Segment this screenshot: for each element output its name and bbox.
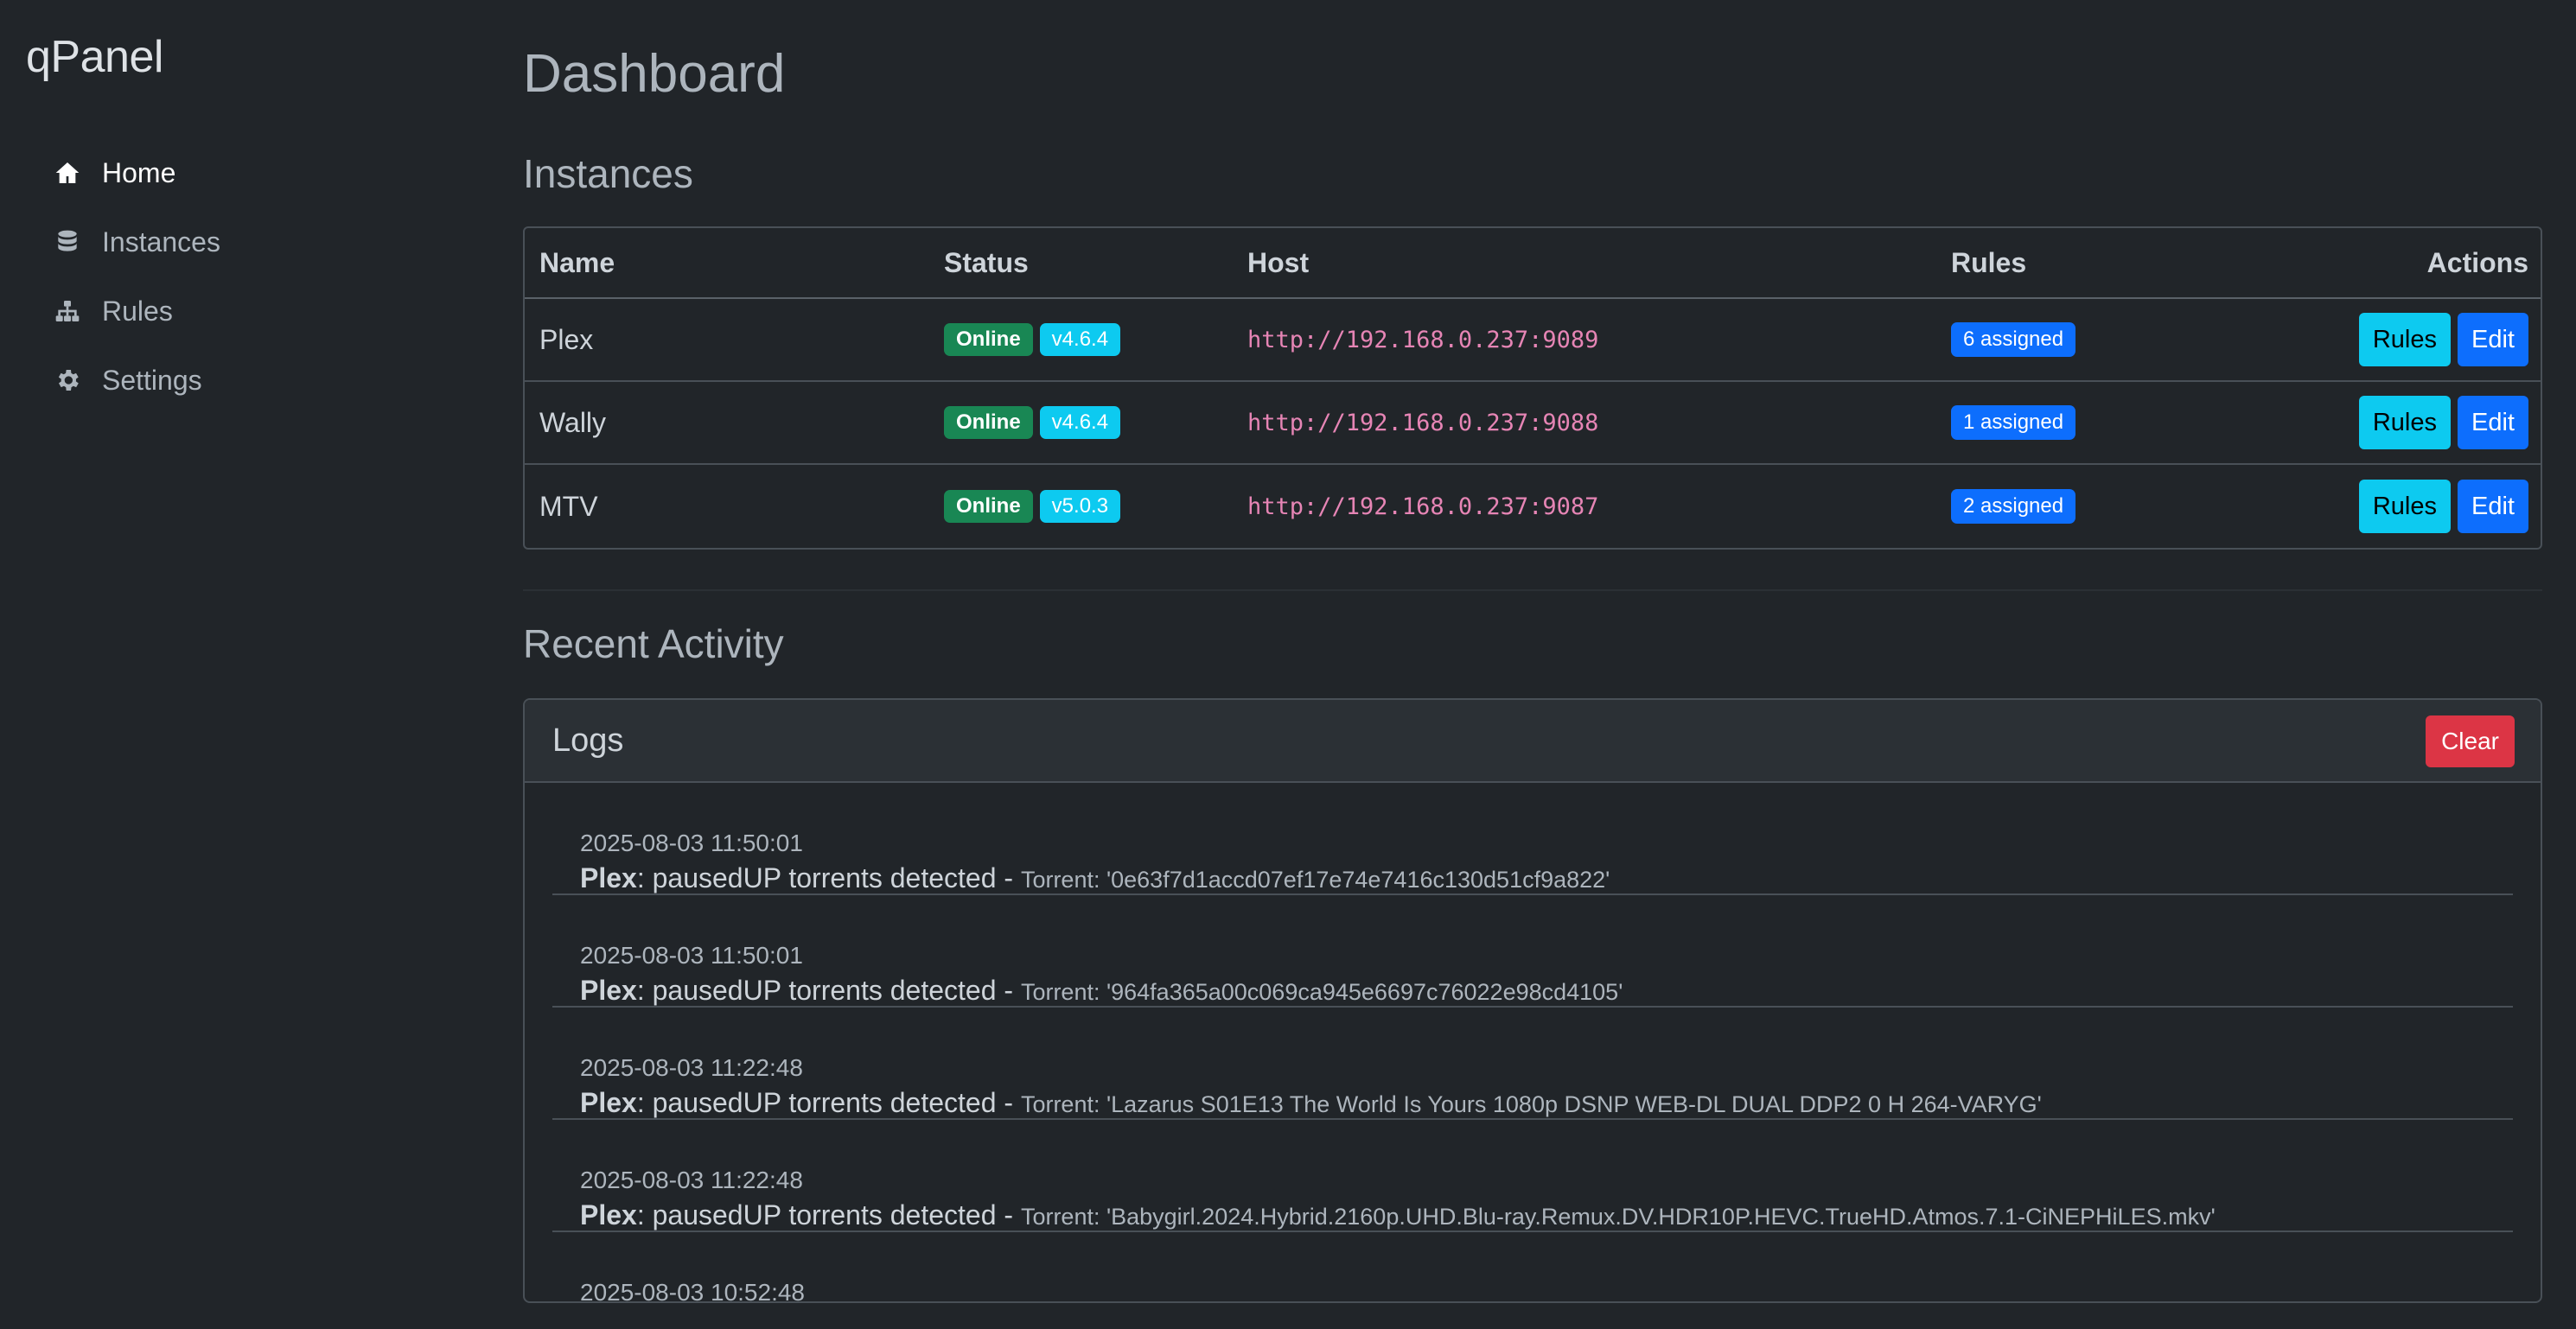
table-row: MTV Online v5.0.3 http://192.168.0.237:9…: [525, 465, 2541, 548]
status-badge: Online: [944, 490, 1033, 523]
sidebar-item-label: Settings: [102, 364, 202, 396]
log-text: : pausedUP torrents detected -: [636, 1199, 1021, 1230]
recent-activity-heading: Recent Activity: [523, 621, 784, 666]
column-header-name: Name: [539, 246, 615, 278]
edit-button[interactable]: Edit: [2458, 396, 2528, 449]
log-timestamp: 2025-08-03 11:22:48: [580, 1054, 803, 1081]
rules-button[interactable]: Rules: [2358, 480, 2452, 533]
sidebar-nav: Home Instances Rules Settings: [50, 138, 220, 415]
logs-title: Logs: [552, 722, 624, 759]
log-message: Plex: pausedUP torrents detected - Torre…: [580, 975, 1623, 1007]
log-timestamp: 2025-08-03 11:50:01: [580, 942, 803, 969]
sidebar-item-settings[interactable]: Settings: [50, 346, 220, 415]
log-entry: 2025-08-03 11:50:01 Plex: pausedUP torre…: [552, 895, 2513, 1008]
instance-host: http://192.168.0.237:9087: [1247, 493, 1599, 520]
version-badge: v4.6.4: [1039, 323, 1121, 356]
log-timestamp: 2025-08-03 11:50:01: [580, 830, 803, 856]
clear-logs-button[interactable]: Clear: [2426, 715, 2515, 767]
log-instance: Plex: [580, 1199, 637, 1230]
section-divider: [523, 589, 2542, 591]
sitemap-icon: [50, 294, 85, 328]
sidebar-item-home[interactable]: Home: [50, 138, 220, 207]
edit-button[interactable]: Edit: [2458, 480, 2528, 533]
log-instance: Plex: [580, 975, 637, 1006]
table-row: Plex Online v4.6.4 http://192.168.0.237:…: [525, 299, 2541, 382]
sidebar-item-label: Rules: [102, 295, 173, 327]
instance-name: MTV: [539, 490, 598, 522]
sidebar-item-rules[interactable]: Rules: [50, 277, 220, 346]
log-entry: 2025-08-03 11:22:48 Plex: pausedUP torre…: [552, 1120, 2513, 1232]
log-detail: Torrent: '964fa365a00c069ca945e6697c7602…: [1020, 979, 1623, 1005]
log-entry: 2025-08-03 10:52:48: [552, 1232, 2513, 1303]
brand-logo[interactable]: qPanel: [26, 31, 163, 83]
log-text: : pausedUP torrents detected -: [636, 1087, 1021, 1118]
log-entry: 2025-08-03 11:50:01 Plex: pausedUP torre…: [552, 783, 2513, 895]
rules-count-badge: 2 assigned: [1951, 489, 2076, 524]
version-badge: v5.0.3: [1039, 490, 1121, 523]
sidebar: qPanel Home Instances Rules Settings: [0, 0, 484, 1329]
log-timestamp: 2025-08-03 11:22:48: [580, 1167, 803, 1193]
logs-card-header: Logs Clear: [525, 700, 2541, 783]
logs-card: Logs Clear 2025-08-03 11:50:01 Plex: pau…: [523, 698, 2542, 1303]
sidebar-item-instances[interactable]: Instances: [50, 207, 220, 277]
log-text: : pausedUP torrents detected -: [636, 975, 1021, 1006]
home-icon: [50, 156, 85, 190]
table-header: Name Status Host Rules Actions: [525, 228, 2541, 299]
edit-button[interactable]: Edit: [2458, 313, 2528, 366]
log-detail: Torrent: '0e63f7d1accd07ef17e74e7416c130…: [1020, 867, 1610, 893]
instance-name: Wally: [539, 406, 607, 438]
page-title: Dashboard: [523, 44, 786, 104]
status-badge: Online: [944, 323, 1033, 356]
app: qPanel Home Instances Rules Settings Das…: [0, 0, 2576, 1329]
column-header-status: Status: [944, 246, 1029, 278]
rules-count-badge: 6 assigned: [1951, 322, 2076, 357]
log-instance: Plex: [580, 1087, 637, 1118]
rules-button[interactable]: Rules: [2358, 313, 2452, 366]
table-row: Wally Online v4.6.4 http://192.168.0.237…: [525, 382, 2541, 465]
version-badge: v4.6.4: [1039, 406, 1121, 439]
instances-heading: Instances: [523, 151, 693, 196]
column-header-host: Host: [1247, 246, 1310, 278]
instance-host: http://192.168.0.237:9089: [1247, 326, 1599, 353]
log-detail: Torrent: 'Babygirl.2024.Hybrid.2160p.UHD…: [1020, 1204, 2216, 1230]
log-message: Plex: pausedUP torrents detected - Torre…: [580, 862, 1610, 894]
rules-button[interactable]: Rules: [2358, 396, 2452, 449]
log-detail: Torrent: 'Lazarus S01E13 The World Is Yo…: [1020, 1091, 2042, 1117]
instance-name: Plex: [539, 323, 594, 355]
sidebar-item-label: Instances: [102, 226, 220, 258]
column-header-actions: Actions: [2426, 246, 2528, 278]
log-message: Plex: pausedUP torrents detected - Torre…: [580, 1087, 2042, 1119]
rules-count-badge: 1 assigned: [1951, 405, 2076, 440]
log-message: Plex: pausedUP torrents detected - Torre…: [580, 1199, 2216, 1231]
column-header-rules: Rules: [1951, 246, 2027, 278]
instances-table: Name Status Host Rules Actions Plex Onli…: [523, 226, 2542, 550]
database-icon: [50, 225, 85, 259]
sidebar-item-label: Home: [102, 156, 176, 188]
logs-list: 2025-08-03 11:50:01 Plex: pausedUP torre…: [552, 783, 2513, 1303]
status-badge: Online: [944, 406, 1033, 439]
log-instance: Plex: [580, 862, 637, 893]
gear-icon: [50, 363, 85, 397]
log-entry: 2025-08-03 11:22:48 Plex: pausedUP torre…: [552, 1008, 2513, 1120]
instance-host: http://192.168.0.237:9088: [1247, 409, 1599, 436]
log-timestamp: 2025-08-03 10:52:48: [580, 1279, 805, 1303]
log-text: : pausedUP torrents detected -: [636, 862, 1021, 893]
